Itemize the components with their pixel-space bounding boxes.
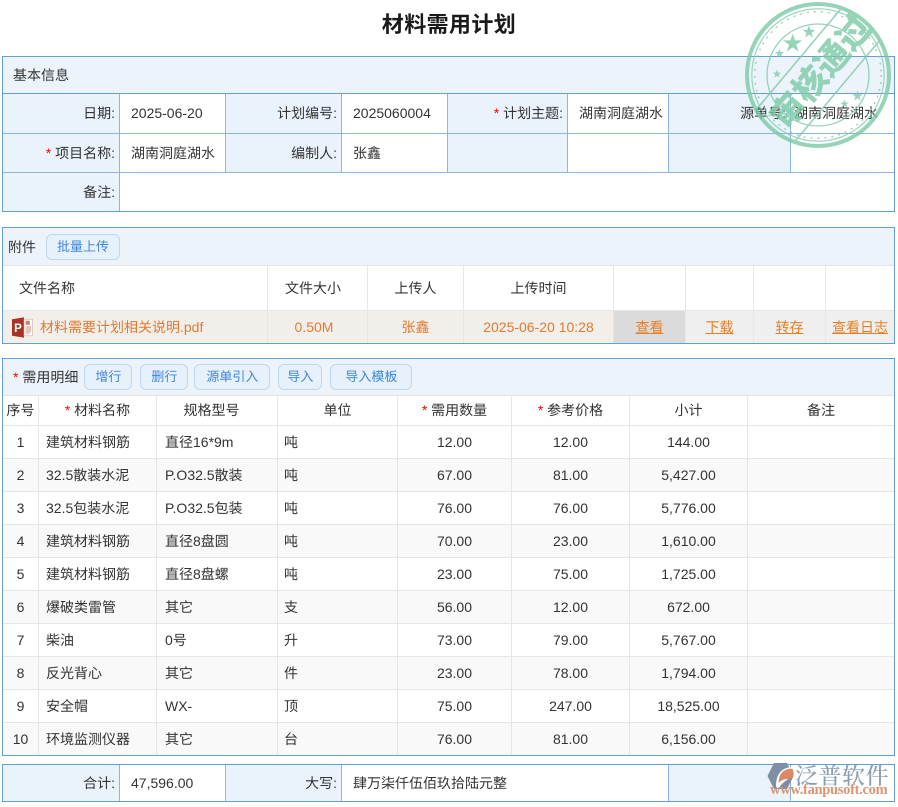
svg-text:审核通过: 审核通过 [757,2,882,138]
svg-text:P: P [14,323,22,335]
